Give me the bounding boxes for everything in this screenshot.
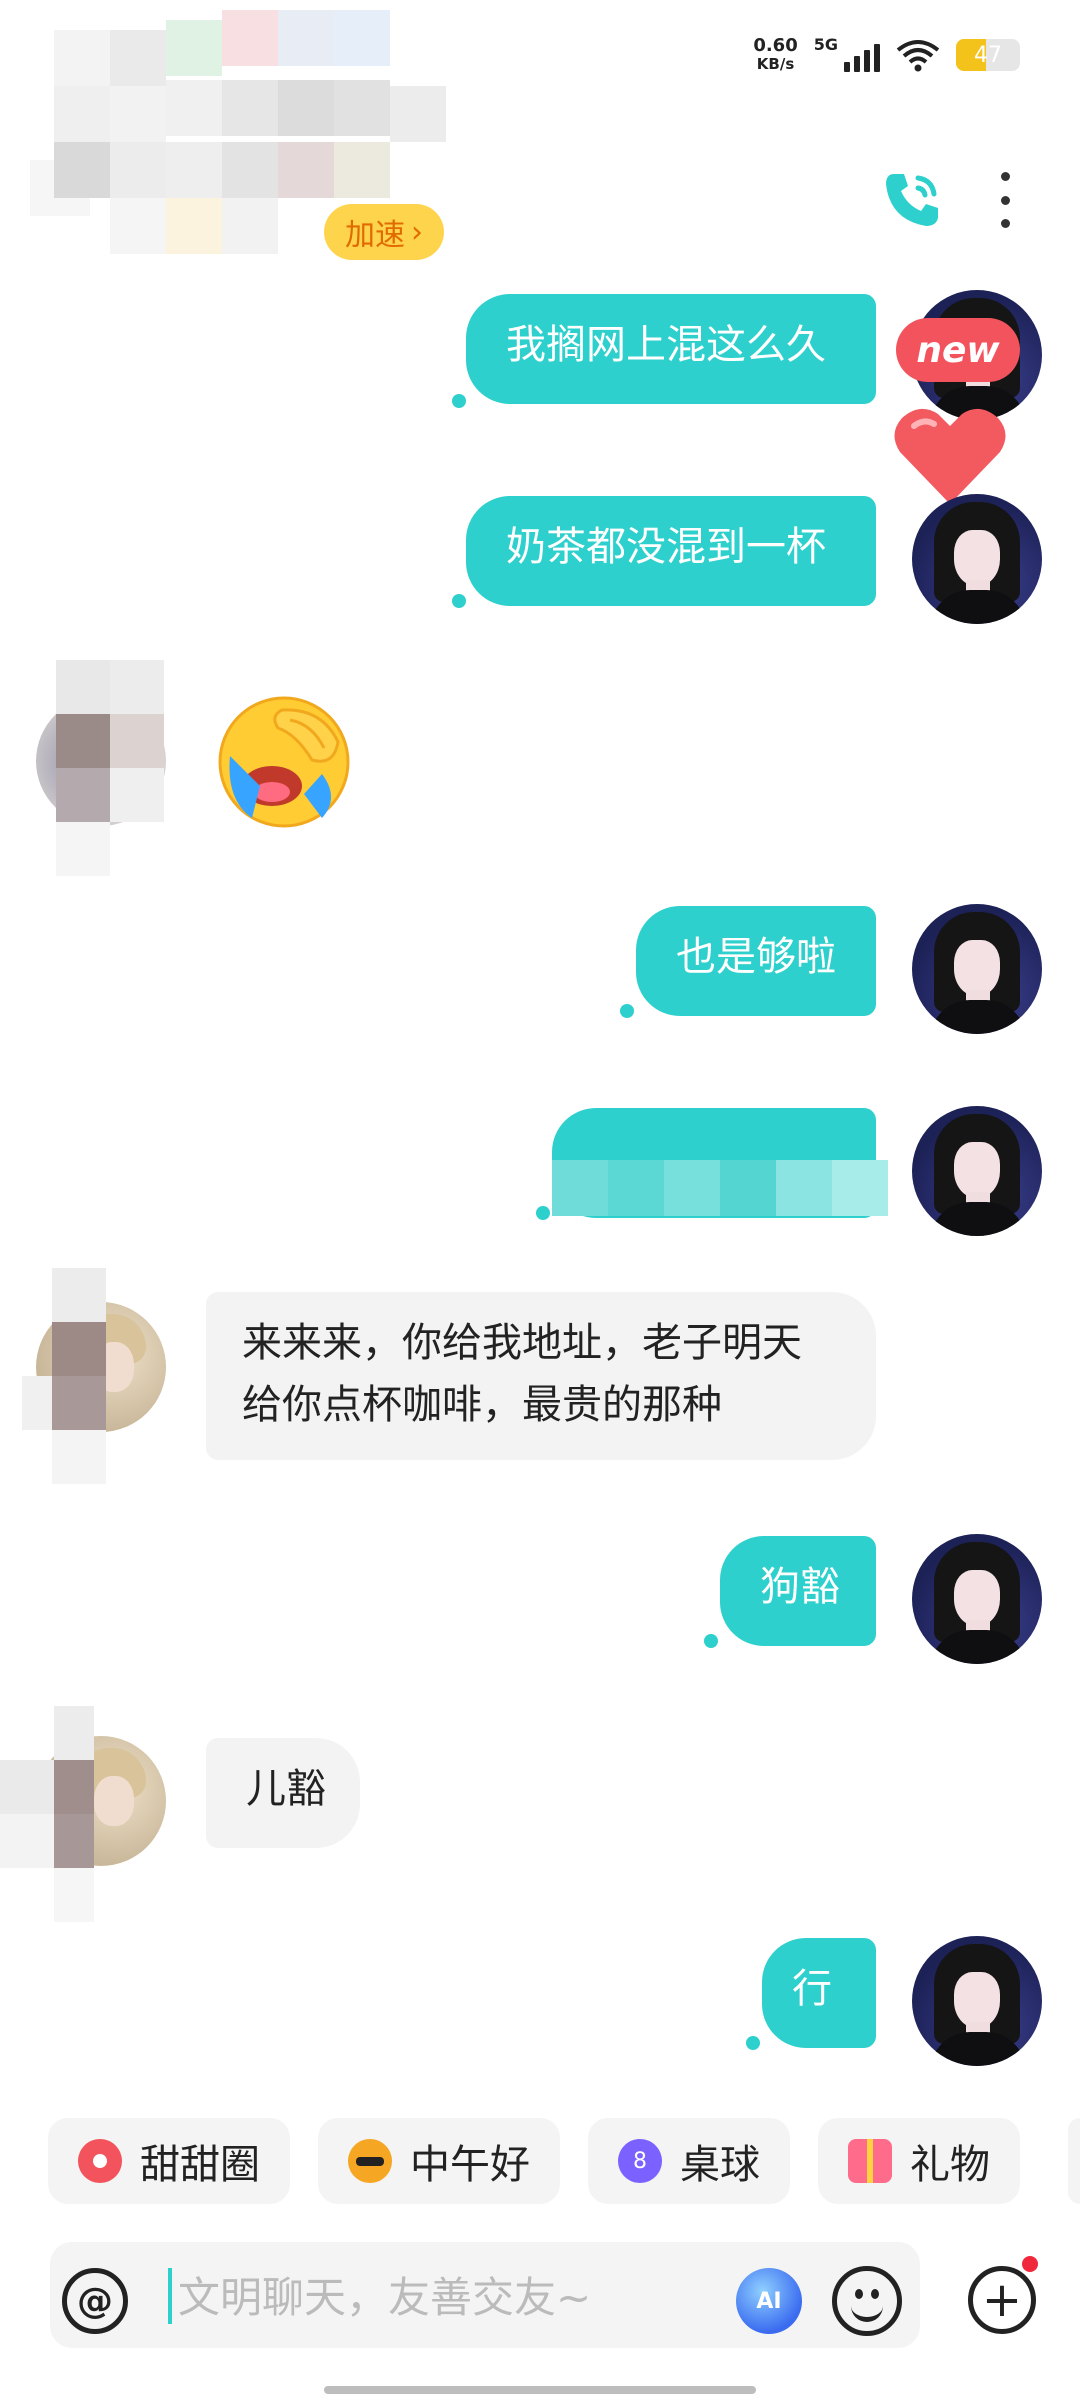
signal-icon: 5G	[813, 35, 880, 72]
message-bubble-incoming[interactable]: 儿豁	[206, 1738, 360, 1848]
crying-face-emoji[interactable]	[212, 690, 356, 834]
message-text: 奶茶都没混到一杯	[506, 524, 826, 570]
my-avatar[interactable]	[912, 1534, 1042, 1664]
message-bubble-outgoing[interactable]: 也是够啦	[636, 906, 876, 1016]
billiard-ball-icon: 8	[618, 2139, 662, 2183]
quick-reply-gift[interactable]: 礼物	[818, 2118, 1020, 2204]
quick-reply-label: 桌球	[680, 2142, 760, 2188]
network-type: 5G	[813, 35, 838, 54]
message-bubble-outgoing[interactable]: 狗豁	[720, 1536, 876, 1646]
message-status-dot	[746, 2036, 760, 2050]
phone-icon[interactable]	[880, 168, 944, 232]
quick-reply-overflow[interactable]	[1068, 2118, 1080, 2204]
notification-dot	[1022, 2256, 1038, 2272]
message-text-line: 来来来，你给我地址，老子明天	[242, 1320, 802, 1366]
home-indicator[interactable]	[324, 2386, 756, 2394]
message-bubble-outgoing[interactable]: 我搁网上混这么久	[466, 294, 876, 404]
network-speed-unit: KB/s	[756, 55, 795, 73]
heart-icon	[894, 408, 1006, 504]
text-cursor	[168, 2268, 172, 2324]
battery-level: 47	[974, 42, 1002, 68]
battery-icon: 47	[956, 39, 1020, 71]
message-text: 也是够啦	[676, 934, 836, 980]
network-speed-value: 0.60	[753, 35, 798, 56]
gift-icon	[848, 2139, 892, 2183]
avatar-censor-mosaic	[0, 1706, 110, 1926]
quick-reply-bar: 甜甜圈 中午好 8 桌球 礼物	[48, 2118, 1020, 2204]
avatar-censor-mosaic	[22, 1268, 132, 1488]
new-badge: new	[896, 318, 1020, 382]
quick-reply-label: 礼物	[910, 2142, 990, 2188]
quick-reply-billiards[interactable]: 8 桌球	[588, 2118, 790, 2204]
quick-reply-label: 中午好	[410, 2142, 530, 2188]
my-avatar[interactable]	[912, 494, 1042, 624]
more-vertical-icon[interactable]	[990, 172, 1020, 228]
message-text: 我搁网上混这么久	[506, 322, 826, 368]
donut-icon	[78, 2139, 122, 2183]
message-status-dot	[620, 1004, 634, 1018]
avatar-censor-mosaic	[56, 660, 166, 880]
boost-button[interactable]: 加速 ›	[324, 204, 444, 260]
sun-sunglasses-icon	[348, 2139, 392, 2183]
chevron-right-icon: ›	[411, 214, 423, 250]
boost-label: 加速	[345, 218, 405, 253]
message-text: 儿豁	[246, 1766, 326, 1812]
emoji-icon[interactable]	[832, 2266, 902, 2336]
message-status-dot	[536, 1206, 550, 1220]
message-text: 狗豁	[760, 1564, 840, 1610]
at-mention-icon[interactable]: @	[62, 2268, 128, 2334]
quick-reply-noon[interactable]: 中午好	[318, 2118, 560, 2204]
my-avatar[interactable]	[912, 1106, 1042, 1236]
message-censor-mosaic	[552, 1150, 892, 1230]
message-status-dot	[704, 1634, 718, 1648]
message-bubble-outgoing[interactable]: 奶茶都没混到一杯	[466, 496, 876, 606]
message-text-line: 给你点杯咖啡，最贵的那种	[242, 1382, 722, 1428]
network-speed: 0.60 KB/s	[753, 36, 797, 74]
message-input[interactable]	[176, 2260, 720, 2334]
my-avatar[interactable]	[912, 904, 1042, 1034]
message-bubble-incoming[interactable]: 来来来，你给我地址，老子明天 给你点杯咖啡，最贵的那种	[206, 1292, 876, 1460]
quick-reply-donut[interactable]: 甜甜圈	[48, 2118, 290, 2204]
ai-assistant-icon[interactable]: AI	[736, 2268, 802, 2334]
my-avatar[interactable]	[912, 1936, 1042, 2066]
wifi-icon	[896, 40, 940, 72]
message-text: 行	[792, 1966, 832, 2012]
add-icon[interactable]: +	[968, 2266, 1036, 2334]
message-status-dot	[452, 594, 466, 608]
status-bar: 0.60 KB/s 5G 47	[753, 30, 1020, 80]
quick-reply-label: 甜甜圈	[140, 2142, 260, 2188]
message-status-dot	[452, 394, 466, 408]
message-bubble-outgoing[interactable]: 行	[762, 1938, 876, 2048]
